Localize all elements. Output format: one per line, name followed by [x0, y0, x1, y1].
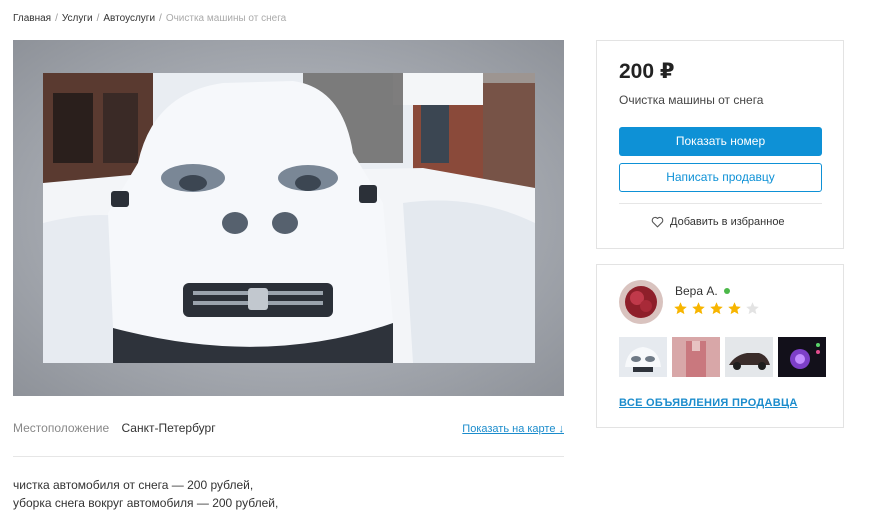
breadcrumb-auto-services[interactable]: Автоуслуги: [103, 13, 155, 24]
seller-name[interactable]: Вера А.: [675, 284, 718, 298]
star-icon: [710, 302, 723, 315]
price-card: 200 ₽ Очистка машины от снега Показать н…: [596, 40, 844, 249]
breadcrumb-home[interactable]: Главная: [13, 13, 51, 24]
card-divider: [619, 203, 822, 204]
online-indicator-icon: [723, 288, 730, 294]
all-seller-ads-link[interactable]: ВСЕ ОБЪЯВЛЕНИЯ ПРОДАВЦА: [619, 397, 798, 409]
seller-card: Вера А. ВСЕ ОБЪЯВЛЕНИЯ ПРОДАВЦА: [596, 264, 844, 428]
section-divider: [13, 456, 564, 457]
price: 200 ₽: [619, 60, 675, 83]
location-row: Местоположение Санкт-Петербург Показать …: [13, 421, 564, 435]
star-icon: [728, 302, 741, 315]
seller-ads-thumbnails: [619, 337, 826, 377]
seller-ad-thumbnail[interactable]: [672, 337, 720, 377]
show-on-map-link[interactable]: Показать на карте ↓: [462, 423, 564, 435]
breadcrumb-separator: /: [159, 13, 162, 24]
avatar[interactable]: [619, 280, 663, 324]
breadcrumb-separator: /: [55, 13, 58, 24]
favorite-label: Добавить в избранное: [670, 216, 785, 228]
seller-ad-thumbnail[interactable]: [725, 337, 773, 377]
breadcrumb-separator: /: [96, 13, 100, 24]
star-icon: [674, 302, 687, 315]
description: чистка автомобиля от снега — 200 рублей,…: [13, 476, 278, 511]
seller-ad-thumbnail[interactable]: [778, 337, 826, 377]
heart-icon: [651, 216, 664, 228]
location-label: Местоположение: [13, 421, 110, 435]
listing-title: Очистка машины от снега: [619, 93, 764, 107]
star-icon: [692, 302, 705, 315]
add-to-favorites[interactable]: Добавить в избранное: [651, 216, 785, 228]
breadcrumb-services[interactable]: Услуги: [62, 13, 93, 24]
seller-ad-thumbnail[interactable]: [619, 337, 667, 377]
description-line: уборка снега вокруг автомобиля — 200 руб…: [13, 496, 279, 510]
breadcrumb-current: Очистка машины от снега: [165, 13, 287, 24]
show-phone-button[interactable]: Показать номер: [619, 127, 822, 156]
listing-photo[interactable]: [43, 73, 535, 363]
location-city: Санкт-Петербург: [121, 421, 216, 435]
star-icon: [746, 302, 759, 315]
seller-rating: [673, 301, 760, 316]
seller-name-row[interactable]: Вера А.: [675, 284, 730, 298]
breadcrumb: Главная / Услуги / Автоуслуги / Очистка машины…: [13, 13, 286, 24]
message-seller-button[interactable]: Написать продавцу: [619, 163, 822, 192]
description-line: чистка автомобиля от снега — 200 рублей,: [13, 478, 254, 492]
photo-gallery[interactable]: [13, 40, 564, 396]
